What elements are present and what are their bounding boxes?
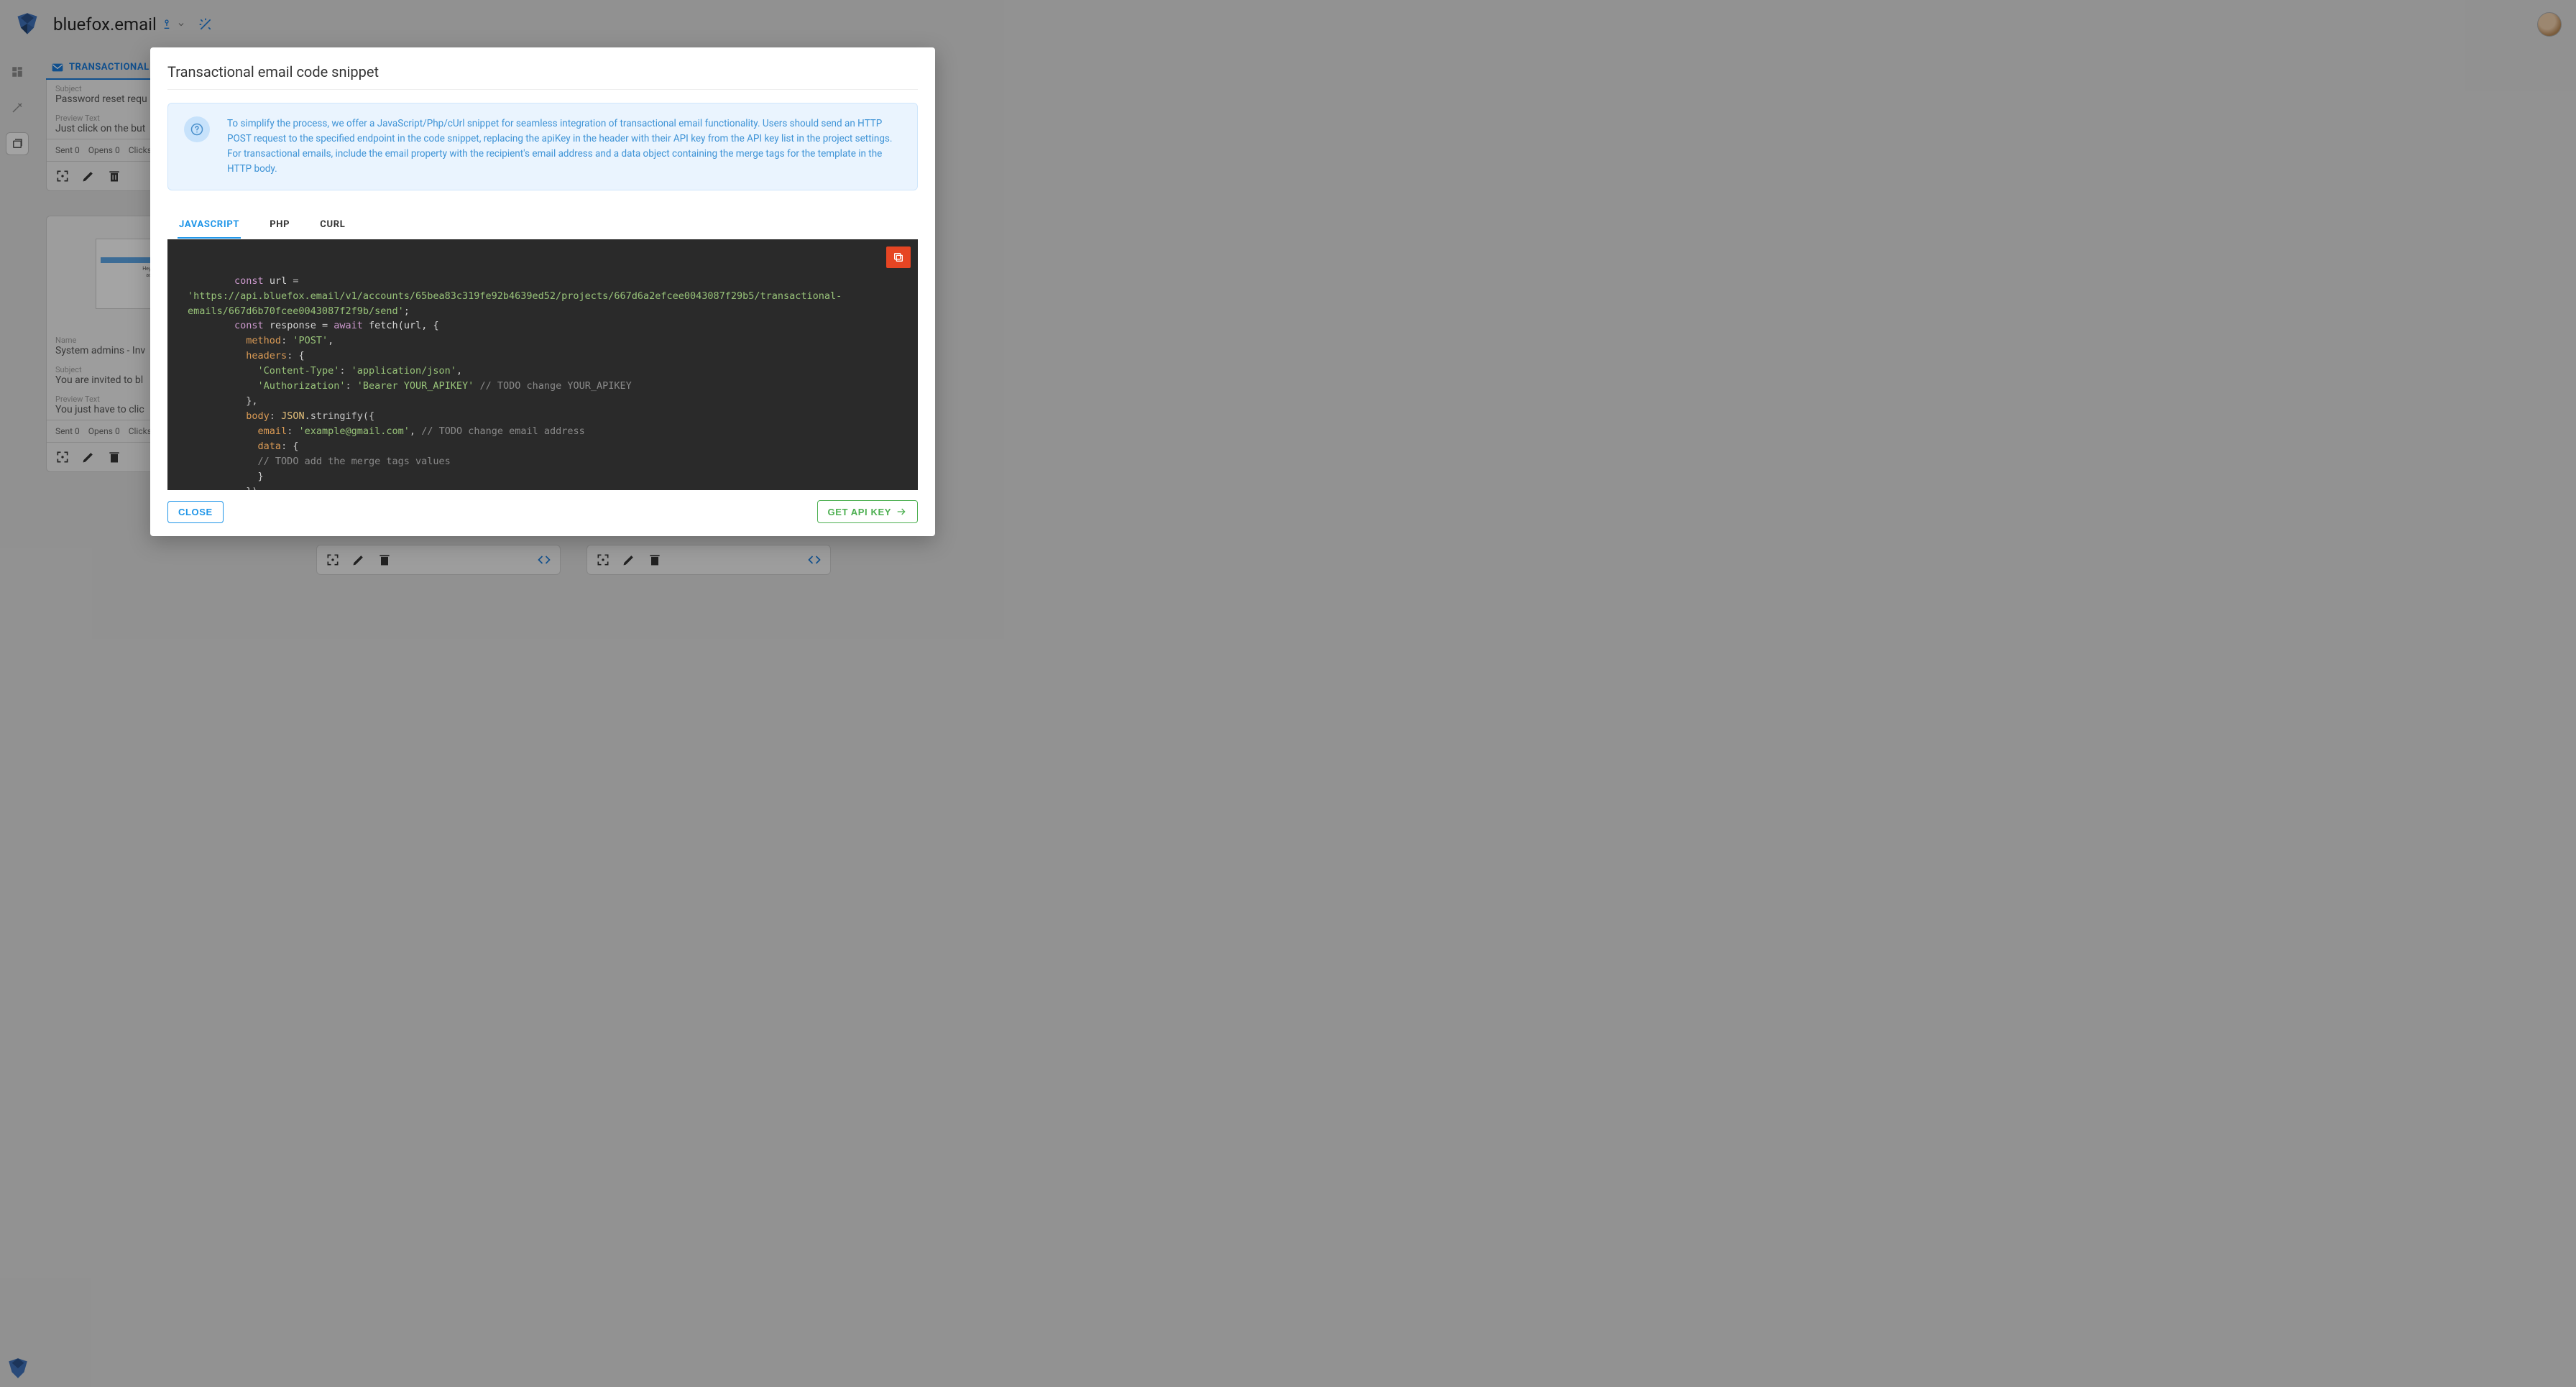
get-api-key-button[interactable]: GET API KEY [817,500,918,523]
copy-button[interactable] [886,246,911,268]
modal-title: Transactional email code snippet [167,63,918,90]
arrow-right-icon [896,506,907,517]
help-icon [184,116,210,142]
info-text: To simplify the process, we offer a Java… [227,116,901,177]
code-tabs: JAVASCRIPT PHP CURL [167,212,918,239]
modal-footer: CLOSE GET API KEY [167,490,918,523]
tab-php[interactable]: PHP [268,212,291,239]
tab-javascript[interactable]: JAVASCRIPT [178,212,241,239]
copy-icon [893,252,904,263]
code-block: const url = 'https://api.bluefox.email/v… [167,239,918,490]
close-button[interactable]: CLOSE [167,501,224,523]
code-content: const url = 'https://api.bluefox.email/v… [188,274,898,490]
tab-curl[interactable]: CURL [318,212,346,239]
code-snippet-modal: Transactional email code snippet To simp… [150,47,935,536]
info-box: To simplify the process, we offer a Java… [167,103,918,190]
